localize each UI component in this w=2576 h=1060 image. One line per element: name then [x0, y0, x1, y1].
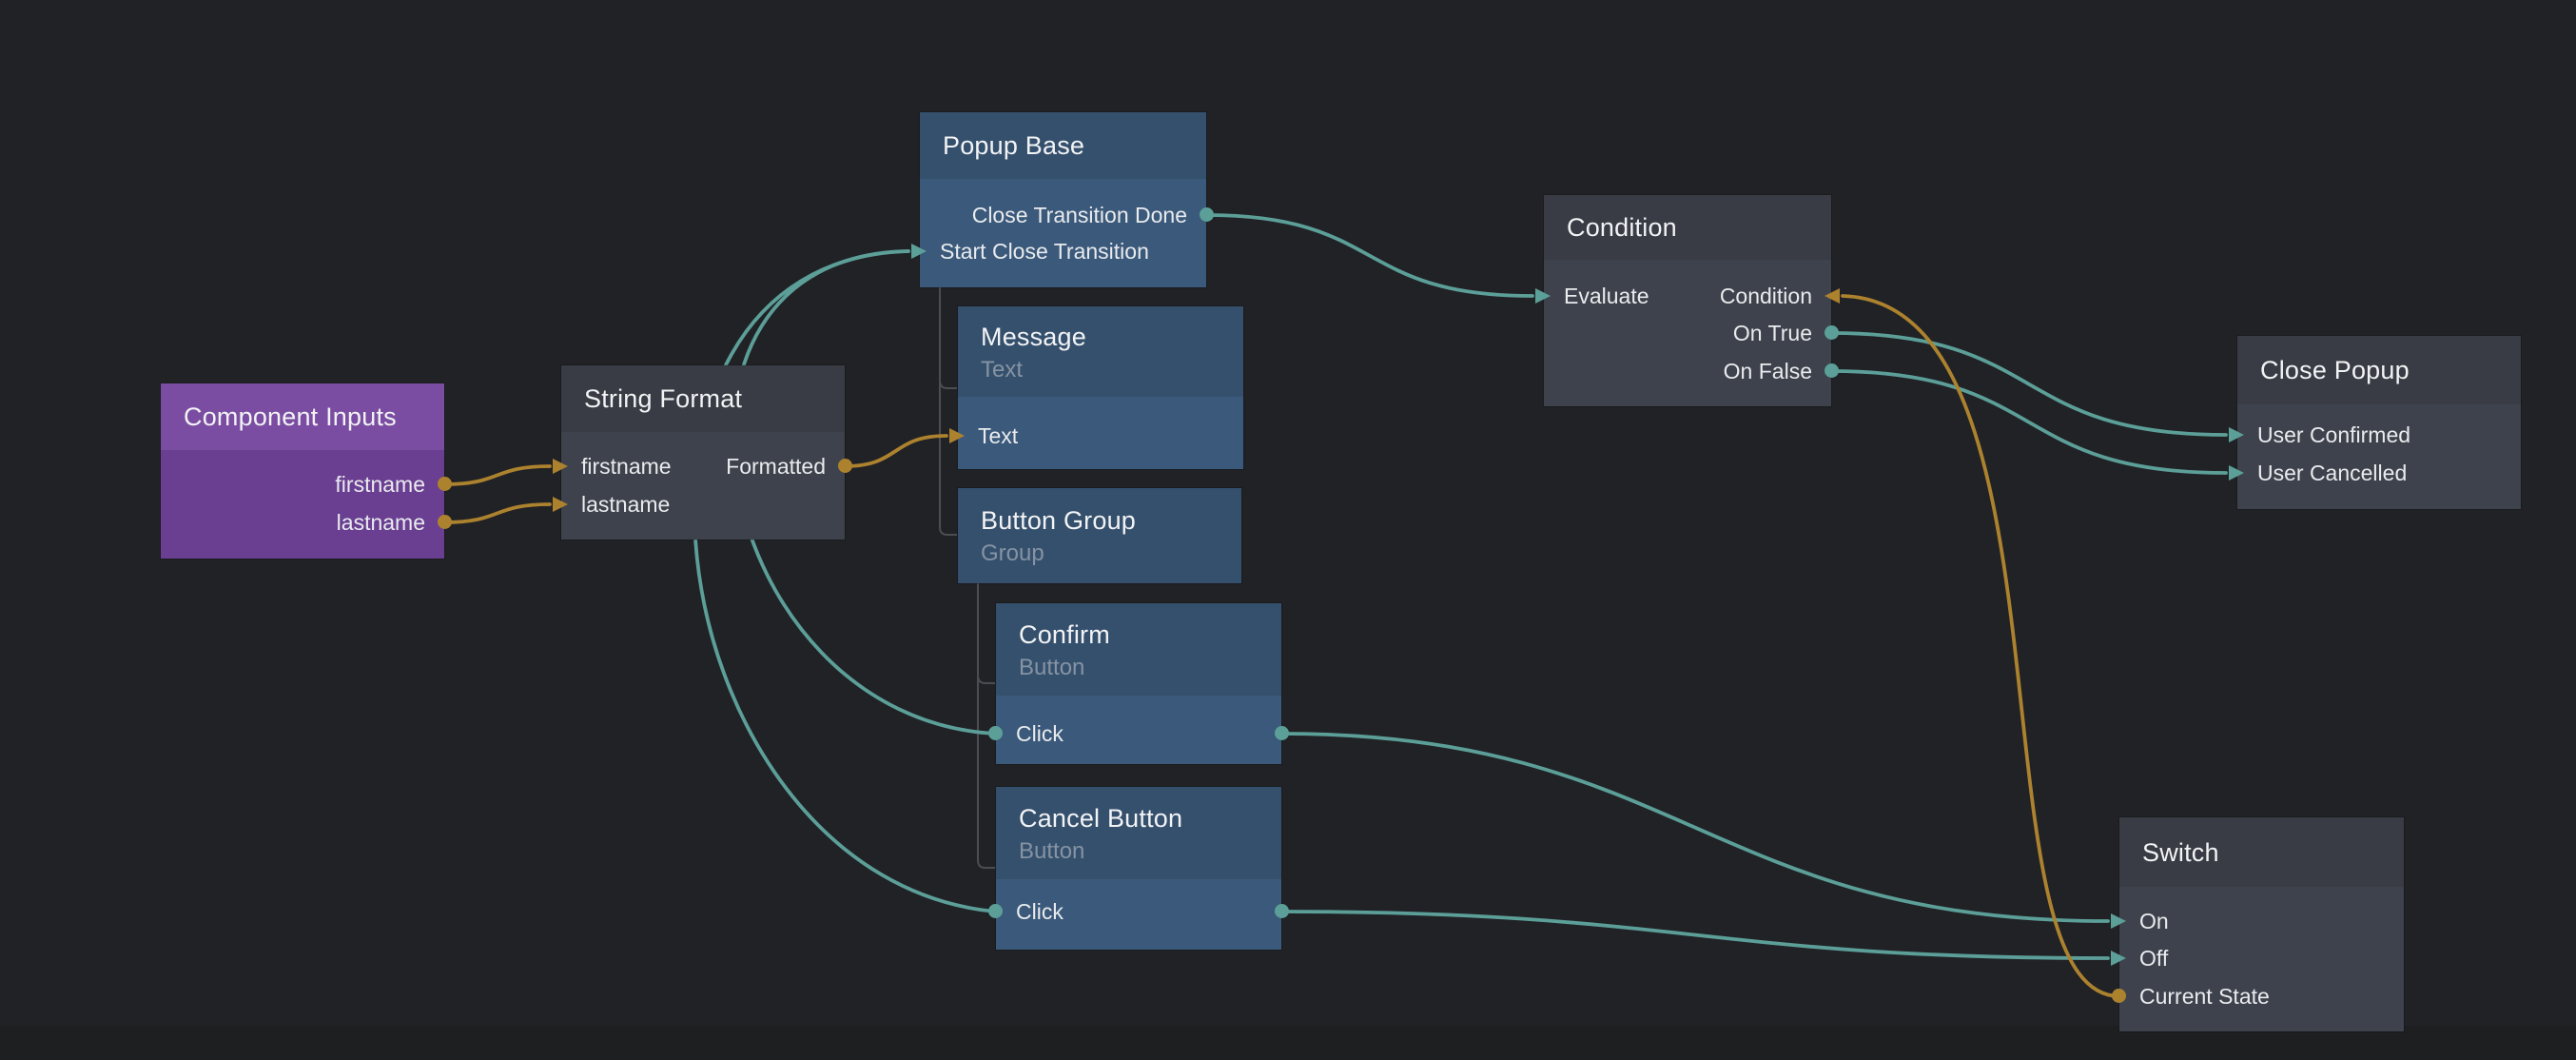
port-firstname[interactable]: firstname	[581, 452, 672, 481]
port-on[interactable]: On	[2139, 907, 2169, 935]
port-user-confirmed[interactable]: User Confirmed	[2257, 421, 2410, 449]
port-arrow-signal[interactable]	[2229, 465, 2244, 481]
node-header: Confirm Button	[996, 603, 1281, 696]
port-evaluate[interactable]: Evaluate	[1564, 282, 1649, 310]
port-dot-signal[interactable]	[1825, 363, 1839, 378]
port-click[interactable]: Click	[1016, 719, 1064, 748]
node-title: Confirm	[1019, 618, 1259, 652]
node-header: Component Inputs	[161, 383, 444, 450]
node-title: Message	[981, 320, 1220, 354]
node-subtitle: Group	[981, 540, 1219, 568]
port-firstname[interactable]: firstname	[335, 470, 425, 499]
node-title: Cancel Button	[1019, 801, 1259, 835]
port-arrow-signal[interactable]	[2111, 951, 2126, 966]
node-string-format[interactable]: String Format firstname lastname Formatted	[561, 365, 845, 540]
port-dot-signal[interactable]	[1275, 726, 1289, 740]
port-dot-data[interactable]	[438, 515, 452, 529]
node-component-inputs[interactable]: Component Inputs firstname lastname	[161, 383, 444, 559]
port-condition[interactable]: Condition	[1720, 282, 1812, 310]
port-off[interactable]: Off	[2139, 944, 2168, 972]
node-popup-base[interactable]: Popup Base Close Transition Done Start Cl…	[920, 112, 1206, 287]
port-on-false[interactable]: On False	[1724, 357, 1812, 385]
port-arrow-signal[interactable]	[911, 244, 927, 259]
port-formatted[interactable]: Formatted	[726, 452, 826, 481]
node-title: Close Popup	[2260, 353, 2498, 387]
port-text[interactable]: Text	[978, 422, 1018, 450]
port-dot-signal[interactable]	[1200, 207, 1214, 222]
port-close-transition-done[interactable]: Close Transition Done	[972, 201, 1187, 229]
port-dot-data[interactable]	[438, 477, 452, 491]
node-title: String Format	[584, 382, 822, 416]
port-on-true[interactable]: On True	[1733, 319, 1812, 347]
port-arrow-signal[interactable]	[2229, 427, 2244, 442]
node-close-popup[interactable]: Close Popup User Confirmed User Cancelled	[2237, 336, 2521, 509]
node-cancel-button[interactable]: Cancel Button Button Click	[996, 787, 1281, 950]
port-dot-signal[interactable]	[1275, 904, 1289, 918]
port-arrow-signal[interactable]	[2111, 913, 2126, 929]
node-title: Button Group	[981, 503, 1219, 538]
node-subtitle: Button	[1019, 837, 1259, 866]
node-title: Popup Base	[943, 128, 1183, 163]
node-header: Cancel Button Button	[996, 787, 1281, 879]
node-header: Button Group Group	[958, 488, 1241, 583]
port-arrow-data[interactable]	[553, 459, 568, 474]
node-switch[interactable]: Switch On Off Current State	[2119, 817, 2404, 1031]
node-graph-canvas[interactable]: Component Inputs firstname lastname Strin…	[0, 0, 2576, 1060]
node-button-group[interactable]: Button Group Group	[958, 488, 1241, 583]
port-arrow-data[interactable]	[1825, 288, 1840, 304]
node-subtitle: Button	[1019, 654, 1259, 682]
port-lastname[interactable]: lastname	[337, 508, 425, 537]
node-header: Message Text	[958, 306, 1243, 397]
port-current-state[interactable]: Current State	[2139, 982, 2270, 1011]
node-header: String Format	[561, 365, 845, 432]
port-user-cancelled[interactable]: User Cancelled	[2257, 459, 2407, 487]
node-title: Condition	[1567, 210, 1808, 245]
node-confirm[interactable]: Confirm Button Click	[996, 603, 1281, 764]
port-start-close-transition[interactable]: Start Close Transition	[940, 237, 1149, 265]
port-dot-data[interactable]	[838, 459, 852, 473]
node-header: Close Popup	[2237, 336, 2521, 404]
node-header: Switch	[2119, 817, 2404, 887]
port-dot-signal[interactable]	[1825, 325, 1839, 340]
node-condition[interactable]: Condition Evaluate Condition On True On Fal…	[1544, 195, 1831, 406]
port-dot-signal[interactable]	[988, 726, 1003, 740]
port-lastname[interactable]: lastname	[581, 490, 670, 519]
port-dot-data[interactable]	[2112, 989, 2126, 1003]
node-title: Component Inputs	[184, 400, 421, 434]
node-header: Condition	[1544, 195, 1831, 260]
node-layer: Component Inputs firstname lastname Strin…	[0, 0, 2576, 1060]
node-subtitle: Text	[981, 356, 1220, 384]
port-arrow-data[interactable]	[949, 428, 965, 443]
node-header: Popup Base	[920, 112, 1206, 179]
node-message[interactable]: Message Text Text	[958, 306, 1243, 469]
port-dot-signal[interactable]	[988, 904, 1003, 918]
port-arrow-data[interactable]	[553, 497, 568, 512]
port-arrow-signal[interactable]	[1535, 288, 1551, 304]
port-click[interactable]: Click	[1016, 897, 1064, 926]
node-title: Switch	[2142, 835, 2381, 870]
